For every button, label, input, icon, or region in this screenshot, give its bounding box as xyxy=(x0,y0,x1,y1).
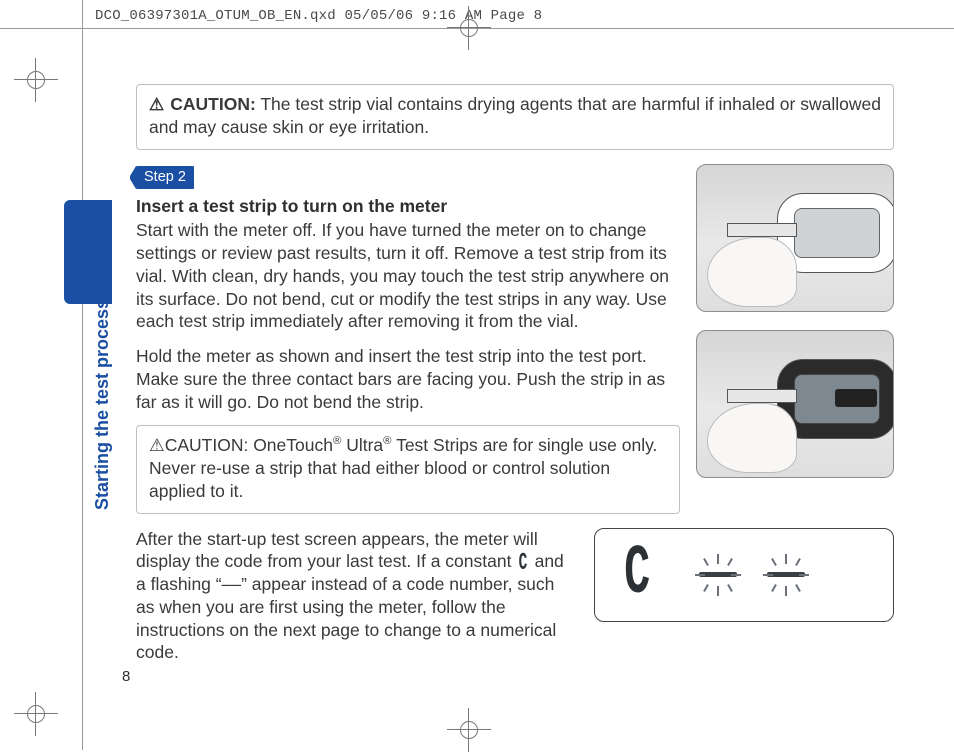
step-paragraph-1: Start with the meter off. If you have tu… xyxy=(136,219,680,333)
caution-lead: CAUTION: xyxy=(170,94,256,114)
page-content: ⚠CAUTION: The test strip vial contains d… xyxy=(136,84,894,684)
registration-mark-icon xyxy=(455,14,483,42)
registration-mark-icon xyxy=(455,716,483,744)
registered-symbol: ® xyxy=(383,436,391,448)
figure-insert-strip-back xyxy=(696,330,894,478)
lcd-dash xyxy=(765,550,807,600)
caution-text-mid: Ultra xyxy=(341,435,383,455)
step-two-column: Step 2 Insert a test strip to turn on th… xyxy=(136,164,894,528)
warning-icon: ⚠ xyxy=(149,435,165,455)
lcd-dash xyxy=(697,550,739,600)
registration-mark-icon xyxy=(22,700,50,728)
figure-insert-strip-front xyxy=(696,164,894,312)
page-frame: DCO_06397301A_OTUM_OB_EN.qxd 05/05/06 9:… xyxy=(0,0,954,750)
step-heading: Insert a test strip to turn on the meter xyxy=(136,195,680,218)
figure-column xyxy=(696,164,894,528)
lcd-flashing-dashes xyxy=(697,550,807,600)
caution-box-2: ⚠CAUTION: OneTouch® Ultra® Test Strips a… xyxy=(136,425,680,513)
lcd-code-display: C xyxy=(594,528,894,622)
hand-illustration xyxy=(707,237,797,307)
test-strip-illustration xyxy=(727,223,797,237)
registration-mark-icon xyxy=(22,66,50,94)
section-color-tab xyxy=(64,200,112,304)
para3-pre: After the start-up test screen appears, … xyxy=(136,529,538,572)
code-explanation-row: After the start-up test screen appears, … xyxy=(136,528,894,677)
section-running-head: Starting the test process xyxy=(92,299,113,510)
caution-text: The test strip vial contains drying agen… xyxy=(149,94,881,137)
caution-lead: CAUTION: xyxy=(165,435,249,455)
step-paragraph-2: Hold the meter as shown and insert the t… xyxy=(136,345,680,413)
caution-box-1: ⚠ CAUTION: The test strip vial contains d… xyxy=(136,84,894,150)
meter-brand-label xyxy=(835,389,877,407)
lcd-seg-c: C xyxy=(624,540,654,610)
test-strip-illustration xyxy=(727,389,797,403)
trim-rule-left xyxy=(82,0,83,750)
hand-illustration xyxy=(707,403,797,473)
step-tag: Step 2 xyxy=(136,166,194,189)
warning-icon: ⚠ xyxy=(149,95,164,114)
step-text-column: Step 2 Insert a test strip to turn on th… xyxy=(136,164,680,528)
page-number: 8 xyxy=(122,668,130,685)
step-paragraph-3: After the start-up test screen appears, … xyxy=(136,528,576,665)
caution-text-pre: OneTouch xyxy=(248,435,333,455)
